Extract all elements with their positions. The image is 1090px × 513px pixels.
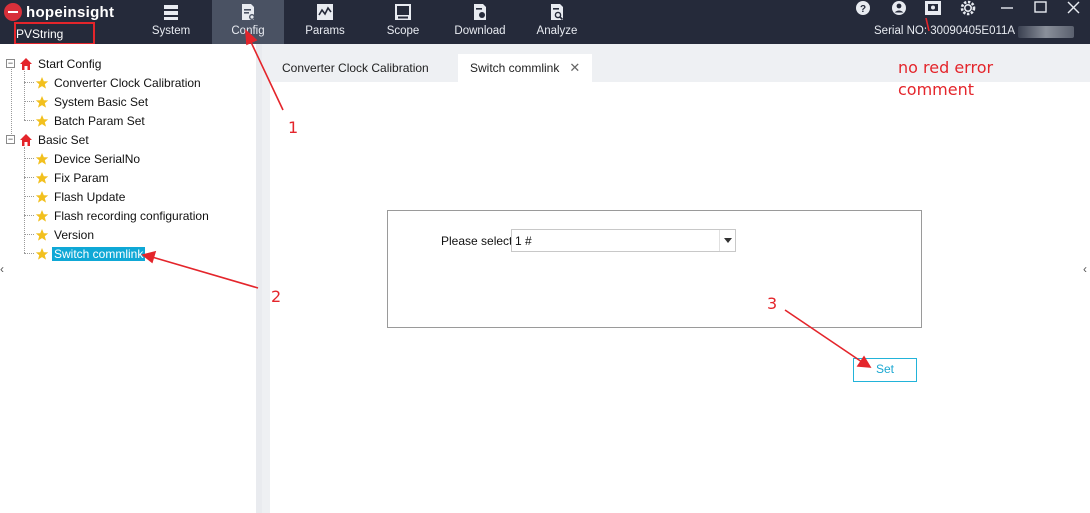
annotation-arrowhead-1: [245, 29, 258, 46]
annotation-arrow-3: [784, 309, 863, 363]
annotation-note: no red error comment: [898, 58, 994, 99]
annotation-arrowhead-3: [856, 355, 872, 368]
annotation-arrow-note: [925, 17, 930, 32]
annotation-step-2: 2: [271, 287, 282, 306]
annotation-arrow-1: [249, 39, 284, 111]
annotation-arrow-2: [151, 256, 259, 289]
annotation-step-3: 3: [767, 294, 778, 313]
app-window: hopeinsight PVString System Config Param…: [0, 0, 1090, 513]
annotation-arrowhead-2: [141, 250, 157, 264]
annotation-step-1: 1: [288, 118, 299, 137]
